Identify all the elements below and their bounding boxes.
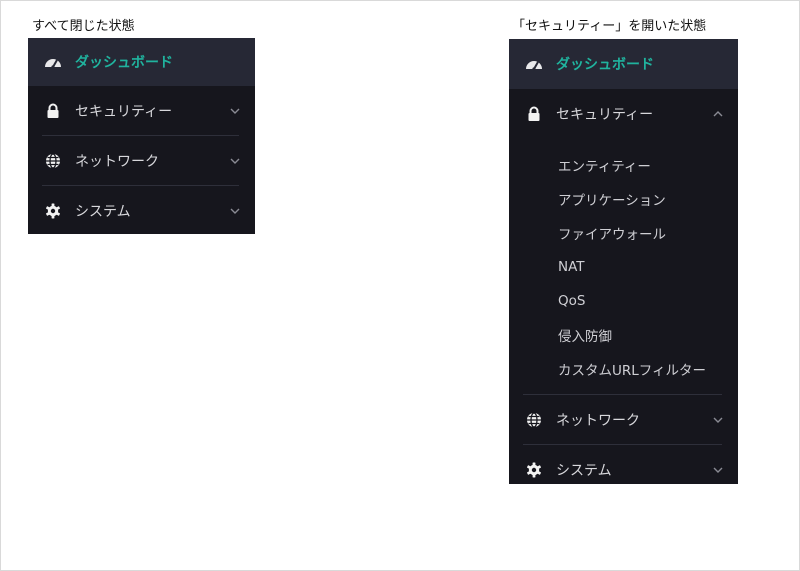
menu-item-system[interactable]: システム [28,186,255,235]
caption-closed-state: すべて閉じた状態 [32,19,135,34]
chevron-down-icon [229,105,241,117]
gauge-icon [525,55,543,73]
chevron-down-icon [712,464,724,476]
menu-item-label: ダッシュボード [75,55,173,71]
submenu-item-application[interactable]: アプリケーション [509,182,738,216]
menu-item-label: システム [556,462,612,479]
lock-icon [44,102,62,120]
menu-item-dashboard[interactable]: ダッシュボード [28,38,255,86]
menu-item-label: システム [75,203,131,220]
menu-item-label: ネットワーク [556,412,640,429]
menu-item-security[interactable]: セキュリティー [509,89,738,138]
submenu-item-firewall[interactable]: ファイアウォール [509,216,738,250]
menu-item-label: セキュリティー [75,103,173,120]
chevron-down-icon [712,414,724,426]
chevron-up-icon [712,108,724,120]
submenu-item-intrusion-prevention[interactable]: 侵入防御 [509,318,738,352]
gauge-icon [44,53,62,71]
submenu-item-entity[interactable]: エンティティー [509,148,738,182]
lock-icon [525,105,543,123]
caption-open-state: 「セキュリティー」を開いた状態 [512,19,707,34]
menu-item-dashboard[interactable]: ダッシュボード [509,39,738,89]
chevron-down-icon [229,205,241,217]
submenu-item-custom-url-filter[interactable]: カスタムURLフィルター [509,352,738,386]
menu-item-label: ダッシュボード [556,57,654,73]
menu-item-network[interactable]: ネットワーク [28,136,255,185]
sidebar-menu-collapsed: ダッシュボード セキュリティー ネットワーク システム [28,38,255,234]
globe-icon [525,411,543,429]
gear-icon [44,202,62,220]
sidebar-menu-security-expanded: ダッシュボード セキュリティー エンティティー アプリケーション ファイアウォー… [509,39,738,484]
security-submenu: エンティティー アプリケーション ファイアウォール NAT QoS 侵入防御 カ… [509,138,738,394]
submenu-item-qos[interactable]: QoS [509,284,738,318]
globe-icon [44,152,62,170]
chevron-down-icon [229,155,241,167]
menu-item-system[interactable]: システム [509,445,738,484]
menu-item-security[interactable]: セキュリティー [28,86,255,135]
menu-item-network[interactable]: ネットワーク [509,395,738,444]
gear-icon [525,461,543,479]
submenu-item-nat[interactable]: NAT [509,250,738,284]
menu-item-label: セキュリティー [556,106,654,123]
menu-item-label: ネットワーク [75,153,159,170]
